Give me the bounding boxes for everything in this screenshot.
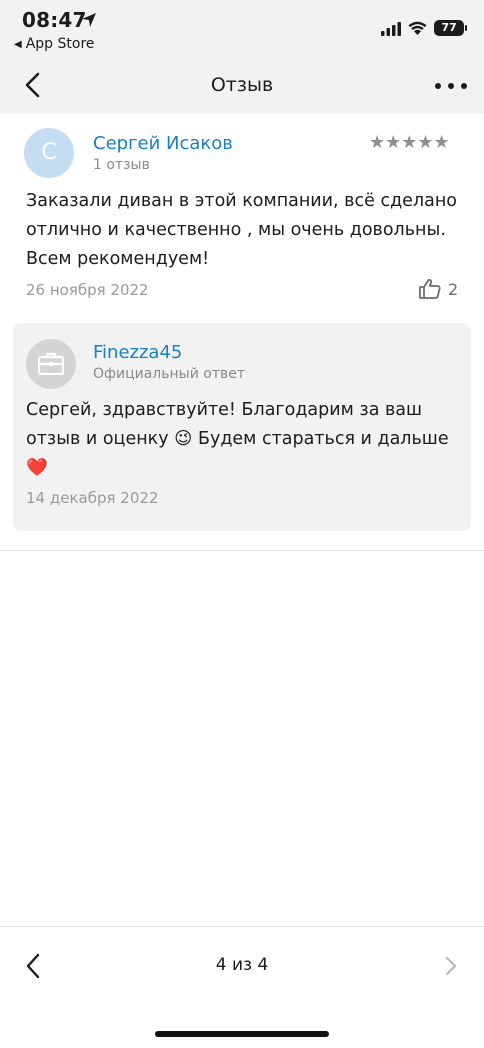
status-time: 08:47 bbox=[22, 8, 87, 32]
location-arrow-icon bbox=[82, 13, 96, 27]
reply-meta: Официальный ответ bbox=[93, 366, 245, 382]
home-indicator[interactable] bbox=[155, 1031, 329, 1037]
more-dot bbox=[435, 83, 441, 89]
review-author-meta: 1 отзыв bbox=[93, 157, 150, 173]
page-title: Отзыв bbox=[210, 74, 274, 96]
navigation-bar: Отзыв bbox=[0, 56, 484, 114]
back-triangle-icon: ◀ bbox=[14, 38, 22, 50]
avatar[interactable]: С bbox=[24, 128, 74, 178]
cellular-signal-icon bbox=[381, 22, 401, 36]
thumbs-up-icon bbox=[419, 278, 441, 299]
reply-text: Сергей, здравствуйте! Благодарим за ваш … bbox=[26, 400, 449, 478]
pager-label: 4 из 4 bbox=[215, 955, 269, 975]
review-author[interactable]: Сергей Исаков bbox=[93, 133, 233, 154]
back-app-label: App Store bbox=[25, 36, 95, 52]
more-dot bbox=[461, 83, 467, 89]
star-rating: ★★★★★ bbox=[369, 132, 450, 153]
official-reply: Finezza45 Официальный ответ Сергей, здра… bbox=[13, 323, 471, 531]
status-bar: 08:47 ◀ App Store 77 bbox=[0, 0, 484, 56]
like-button[interactable]: 2 bbox=[418, 277, 458, 301]
battery-indicator: 77 bbox=[434, 20, 464, 36]
ellipsis-icon[interactable] bbox=[435, 83, 467, 91]
reply-author[interactable]: Finezza45 bbox=[93, 342, 182, 363]
content-divider bbox=[0, 550, 484, 551]
wifi-icon bbox=[408, 21, 427, 35]
toolbar-divider bbox=[0, 926, 484, 927]
more-dot bbox=[448, 83, 454, 89]
battery-tip bbox=[465, 25, 467, 31]
company-avatar[interactable] bbox=[26, 339, 76, 389]
briefcase-icon bbox=[38, 352, 64, 375]
review-text: Заказали диван в этой компании, всё сдел… bbox=[26, 191, 457, 269]
review-date: 26 ноября 2022 bbox=[26, 281, 149, 299]
reply-date: 14 декабря 2022 bbox=[26, 489, 159, 507]
like-count: 2 bbox=[448, 279, 459, 299]
chevron-right-icon[interactable] bbox=[444, 956, 458, 976]
back-to-app-link[interactable]: ◀ App Store bbox=[14, 36, 95, 52]
